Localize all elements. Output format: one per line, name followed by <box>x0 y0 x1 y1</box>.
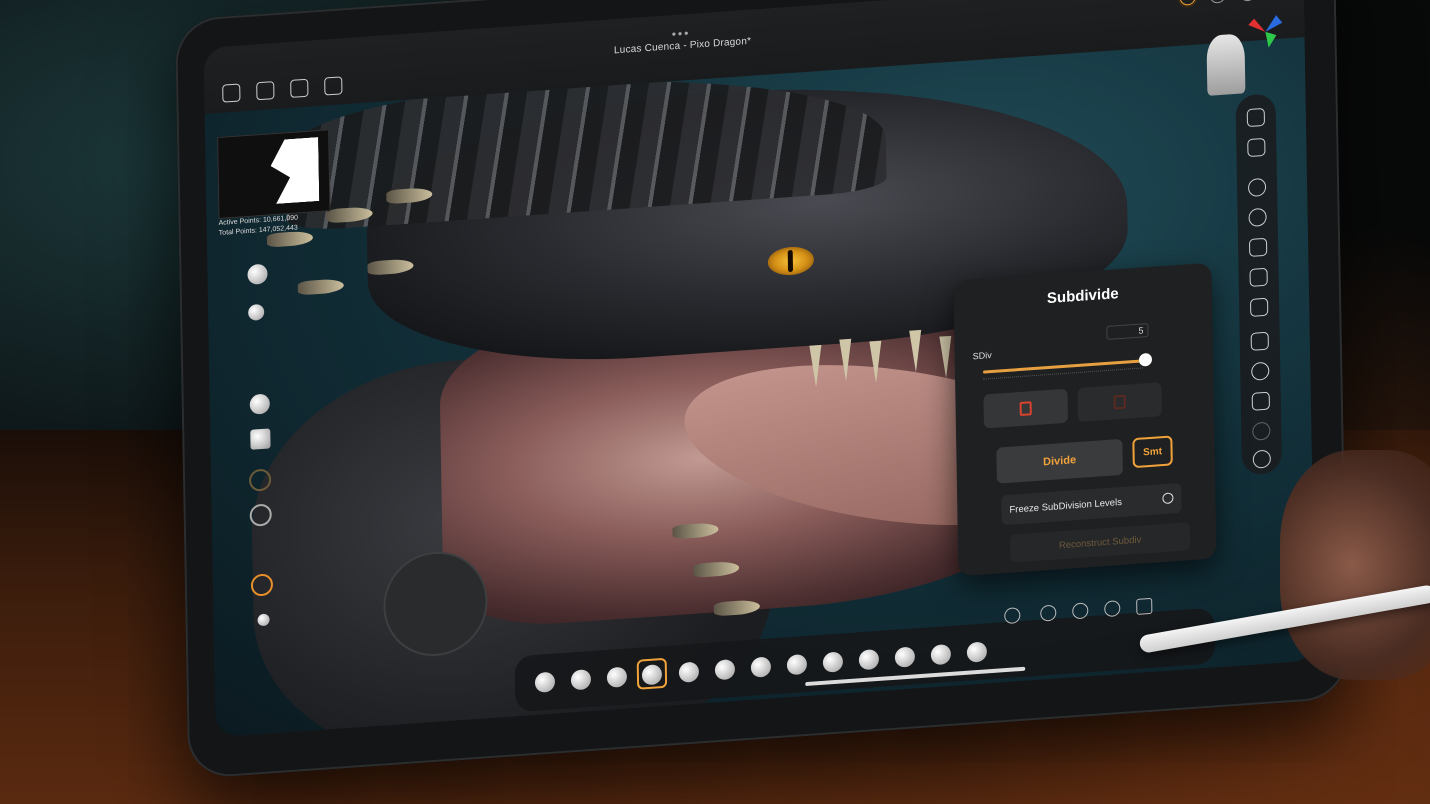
disabled-icon[interactable] <box>1252 421 1271 441</box>
wireframe-icon[interactable] <box>1104 600 1121 618</box>
dragon-pupil <box>787 249 794 273</box>
brush-slot[interactable] <box>534 671 556 693</box>
top-right-toolbar <box>1179 0 1286 6</box>
share-icon[interactable] <box>324 76 343 96</box>
duplicate-icon[interactable] <box>1251 391 1270 411</box>
axis-gizmo-icon[interactable] <box>1246 13 1285 52</box>
dragon-spike <box>297 278 344 296</box>
smt-toggle[interactable]: Smt <box>1132 435 1173 469</box>
save-icon[interactable] <box>256 81 275 101</box>
dragon-tooth <box>809 344 823 388</box>
brush-slot[interactable] <box>714 658 736 681</box>
figure-icon[interactable] <box>1250 297 1269 317</box>
matcap-icon[interactable] <box>1072 602 1089 620</box>
delete-level-row <box>983 382 1162 429</box>
alpha-icon[interactable] <box>249 503 272 527</box>
freeze-radio[interactable] <box>1162 492 1174 505</box>
freeze-subdivision-toggle[interactable]: Freeze SubDivision Levels <box>1001 482 1182 526</box>
camera-icon[interactable] <box>1209 0 1226 4</box>
left-toolbar <box>237 263 284 695</box>
dragon-tooth <box>939 335 953 379</box>
delete-higher-button[interactable] <box>1077 382 1162 422</box>
photo-scene: ••• Lucas Cuenca - Pixo Dragon* Active P… <box>0 0 1430 804</box>
reconstruct-subdiv-button[interactable]: Reconstruct Subdiv <box>1009 522 1191 563</box>
brush-slot[interactable] <box>606 666 628 688</box>
divide-button[interactable]: Divide <box>996 438 1123 484</box>
subdivide-panel: Subdivide 5 SDiv Divide Smt Freeze SubDi… <box>953 262 1217 577</box>
symmetry-icon[interactable] <box>1004 607 1021 625</box>
sdiv-label: SDiv <box>972 350 992 362</box>
remove-icon[interactable] <box>1247 177 1267 198</box>
brush-slot[interactable] <box>786 653 808 676</box>
shading-icon[interactable] <box>1040 604 1057 622</box>
brush-slot[interactable] <box>894 646 916 668</box>
add-sphere-icon[interactable] <box>1251 361 1270 381</box>
tablet-device: ••• Lucas Cuenca - Pixo Dragon* Active P… <box>175 0 1349 780</box>
materials-icon[interactable] <box>1252 449 1271 469</box>
square-brush-icon[interactable] <box>250 428 271 450</box>
grid-icon[interactable] <box>1248 237 1268 257</box>
trash-icon <box>1019 401 1032 417</box>
dragon-tooth <box>909 329 922 373</box>
sdiv-value-field[interactable]: 5 <box>1106 323 1149 340</box>
right-toolbar <box>1235 93 1283 476</box>
dragon-tooth <box>869 340 883 384</box>
butterfly-icon[interactable] <box>1249 267 1268 287</box>
falloff-icon[interactable] <box>248 468 272 492</box>
multitask-dots[interactable]: ••• <box>672 26 691 41</box>
brush-slot[interactable] <box>858 648 880 671</box>
brush-slot[interactable] <box>678 661 700 683</box>
brush-settings-icon[interactable] <box>1179 0 1196 6</box>
home-icon[interactable] <box>222 83 241 103</box>
stroke-icon[interactable] <box>248 303 265 321</box>
brush-slot[interactable] <box>750 656 772 678</box>
frame-icon[interactable] <box>1136 597 1153 615</box>
brush-slot[interactable] <box>930 643 952 666</box>
subtool-icon[interactable] <box>1247 137 1266 158</box>
import-icon[interactable] <box>290 78 309 98</box>
brush-slot[interactable] <box>822 651 844 673</box>
intensity-ball[interactable] <box>249 393 270 415</box>
power-icon[interactable] <box>1239 0 1256 2</box>
sdiv-slider-knob[interactable] <box>1138 352 1153 367</box>
delete-lower-button[interactable] <box>983 388 1068 429</box>
lazy-mouse-icon[interactable] <box>257 613 270 627</box>
dragon-tooth <box>839 338 853 382</box>
file-toolbar <box>222 76 343 103</box>
expand-icon[interactable] <box>1250 331 1269 351</box>
layers-icon[interactable] <box>1246 107 1266 128</box>
globe-icon[interactable] <box>1248 207 1267 228</box>
view-cube-bust[interactable] <box>1206 33 1246 96</box>
panel-title: Subdivide <box>1046 285 1119 308</box>
brush-slot[interactable] <box>570 669 592 691</box>
symmetry-ring[interactable] <box>250 573 274 597</box>
reference-thumbnail[interactable] <box>217 129 331 219</box>
reference-silhouette <box>270 137 319 204</box>
brush-slot[interactable] <box>966 641 988 663</box>
trash-icon <box>1113 394 1126 410</box>
brush-size-ball[interactable] <box>247 263 268 285</box>
freeze-label: Freeze SubDivision Levels <box>1009 496 1123 516</box>
user-hand <box>1280 450 1430 680</box>
app-screen: ••• Lucas Cuenca - Pixo Dragon* Active P… <box>203 0 1316 738</box>
